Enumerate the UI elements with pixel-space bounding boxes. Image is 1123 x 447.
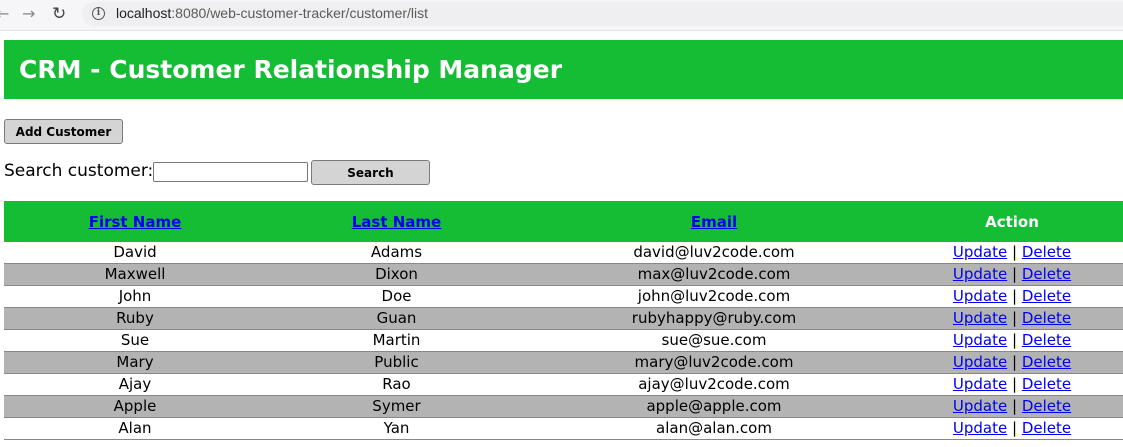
table-row: John Doe john@luv2code.com Update | Delete: [4, 285, 1123, 308]
table-row: Apple Symer apple@apple.com Update | Delete: [4, 395, 1123, 418]
table-row: Mary Public mary@luv2code.com Update | Dele…: [4, 351, 1123, 374]
cell-action: Update | Delete: [901, 351, 1123, 374]
search-input[interactable]: [153, 162, 308, 182]
table-header-row: First Name Last Name Email Action: [4, 201, 1123, 242]
add-customer-button[interactable]: Add Customer: [4, 119, 123, 144]
cell-last-name: Public: [266, 351, 527, 374]
delete-link[interactable]: Delete: [1022, 243, 1071, 261]
sort-email-link[interactable]: Email: [691, 213, 737, 231]
info-icon[interactable]: i: [92, 7, 105, 20]
cell-email: rubyhappy@ruby.com: [527, 307, 901, 330]
cell-last-name: Guan: [266, 307, 527, 330]
delete-link[interactable]: Delete: [1022, 265, 1071, 283]
cell-action: Update | Delete: [901, 242, 1123, 264]
cell-email: max@luv2code.com: [527, 263, 901, 286]
cell-first-name: Ajay: [4, 373, 266, 396]
table-row: Ruby Guan rubyhappy@ruby.com Update | Delet…: [4, 307, 1123, 330]
table-row: Maxwell Dixon max@luv2code.com Update | Del…: [4, 263, 1123, 286]
cell-email: john@luv2code.com: [527, 285, 901, 308]
cell-first-name: Sue: [4, 329, 266, 352]
cell-last-name: Rao: [266, 373, 527, 396]
update-link[interactable]: Update: [953, 309, 1007, 327]
delete-link[interactable]: Delete: [1022, 309, 1071, 327]
cell-action: Update | Delete: [901, 285, 1123, 308]
search-label: Search customer:: [4, 161, 154, 181]
forward-arrow-icon[interactable]: →: [22, 4, 35, 23]
search-button[interactable]: Search: [311, 160, 430, 185]
column-header-email: Email: [527, 201, 901, 242]
column-header-action: Action: [901, 201, 1123, 242]
action-separator: |: [1011, 287, 1018, 305]
cell-first-name: Apple: [4, 395, 266, 418]
update-link[interactable]: Update: [953, 397, 1007, 415]
header-banner: CRM - Customer Relationship Manager: [4, 40, 1123, 99]
cell-email: mary@luv2code.com: [527, 351, 901, 374]
cell-action: Update | Delete: [901, 417, 1123, 440]
action-separator: |: [1011, 419, 1018, 437]
update-link[interactable]: Update: [953, 287, 1007, 305]
cell-first-name: Ruby: [4, 307, 266, 330]
cell-first-name: Alan: [4, 417, 266, 440]
update-link[interactable]: Update: [953, 375, 1007, 393]
url-host: localhost: [116, 5, 172, 21]
cell-first-name: Mary: [4, 351, 266, 374]
cell-email: alan@alan.com: [527, 417, 901, 440]
url-text[interactable]: localhost:8080/web-customer-tracker/cust…: [116, 5, 428, 21]
url-path: :8080/web-customer-tracker/customer/list: [171, 5, 429, 21]
cell-last-name: Martin: [266, 329, 527, 352]
table-row: Alan Yan alan@alan.com Update | Delete: [4, 417, 1123, 440]
action-separator: |: [1011, 243, 1018, 261]
delete-link[interactable]: Delete: [1022, 287, 1071, 305]
sort-first-name-link[interactable]: First Name: [89, 213, 182, 231]
table-row: David Adams david@luv2code.com Update | Del…: [4, 242, 1123, 264]
cell-action: Update | Delete: [901, 373, 1123, 396]
delete-link[interactable]: Delete: [1022, 331, 1071, 349]
cell-action: Update | Delete: [901, 263, 1123, 286]
cell-first-name: David: [4, 242, 266, 264]
table-row: Sue Martin sue@sue.com Update | Delete: [4, 329, 1123, 352]
cell-action: Update | Delete: [901, 329, 1123, 352]
table-row: Ajay Rao ajay@luv2code.com Update | Delete: [4, 373, 1123, 396]
browser-toolbar: ← → ↻ i localhost:8080/web-customer-trac…: [0, 0, 1123, 31]
cell-action: Update | Delete: [901, 307, 1123, 330]
column-header-first-name: First Name: [4, 201, 266, 242]
action-separator: |: [1011, 265, 1018, 283]
action-separator: |: [1011, 309, 1018, 327]
cell-email: ajay@luv2code.com: [527, 373, 901, 396]
cell-last-name: Adams: [266, 242, 527, 264]
action-separator: |: [1011, 375, 1018, 393]
update-link[interactable]: Update: [953, 265, 1007, 283]
cell-email: david@luv2code.com: [527, 242, 901, 264]
delete-link[interactable]: Delete: [1022, 375, 1071, 393]
cell-action: Update | Delete: [901, 395, 1123, 418]
back-arrow-icon[interactable]: ←: [0, 4, 9, 23]
update-link[interactable]: Update: [953, 331, 1007, 349]
cell-first-name: John: [4, 285, 266, 308]
cell-email: sue@sue.com: [527, 329, 901, 352]
column-header-last-name: Last Name: [266, 201, 527, 242]
address-bar[interactable]: i localhost:8080/web-customer-tracker/cu…: [82, 2, 1123, 26]
update-link[interactable]: Update: [953, 353, 1007, 371]
action-separator: |: [1011, 353, 1018, 371]
cell-email: apple@apple.com: [527, 395, 901, 418]
delete-link[interactable]: Delete: [1022, 397, 1071, 415]
cell-first-name: Maxwell: [4, 263, 266, 286]
customer-table: First Name Last Name Email Action David A…: [4, 201, 1123, 440]
reload-icon[interactable]: ↻: [52, 4, 66, 24]
cell-last-name: Symer: [266, 395, 527, 418]
delete-link[interactable]: Delete: [1022, 419, 1071, 437]
action-separator: |: [1011, 397, 1018, 415]
page-title: CRM - Customer Relationship Manager: [19, 55, 563, 84]
sort-last-name-link[interactable]: Last Name: [352, 213, 441, 231]
cell-last-name: Yan: [266, 417, 527, 440]
update-link[interactable]: Update: [953, 419, 1007, 437]
cell-last-name: Dixon: [266, 263, 527, 286]
cell-last-name: Doe: [266, 285, 527, 308]
delete-link[interactable]: Delete: [1022, 353, 1071, 371]
update-link[interactable]: Update: [953, 243, 1007, 261]
action-separator: |: [1011, 331, 1018, 349]
